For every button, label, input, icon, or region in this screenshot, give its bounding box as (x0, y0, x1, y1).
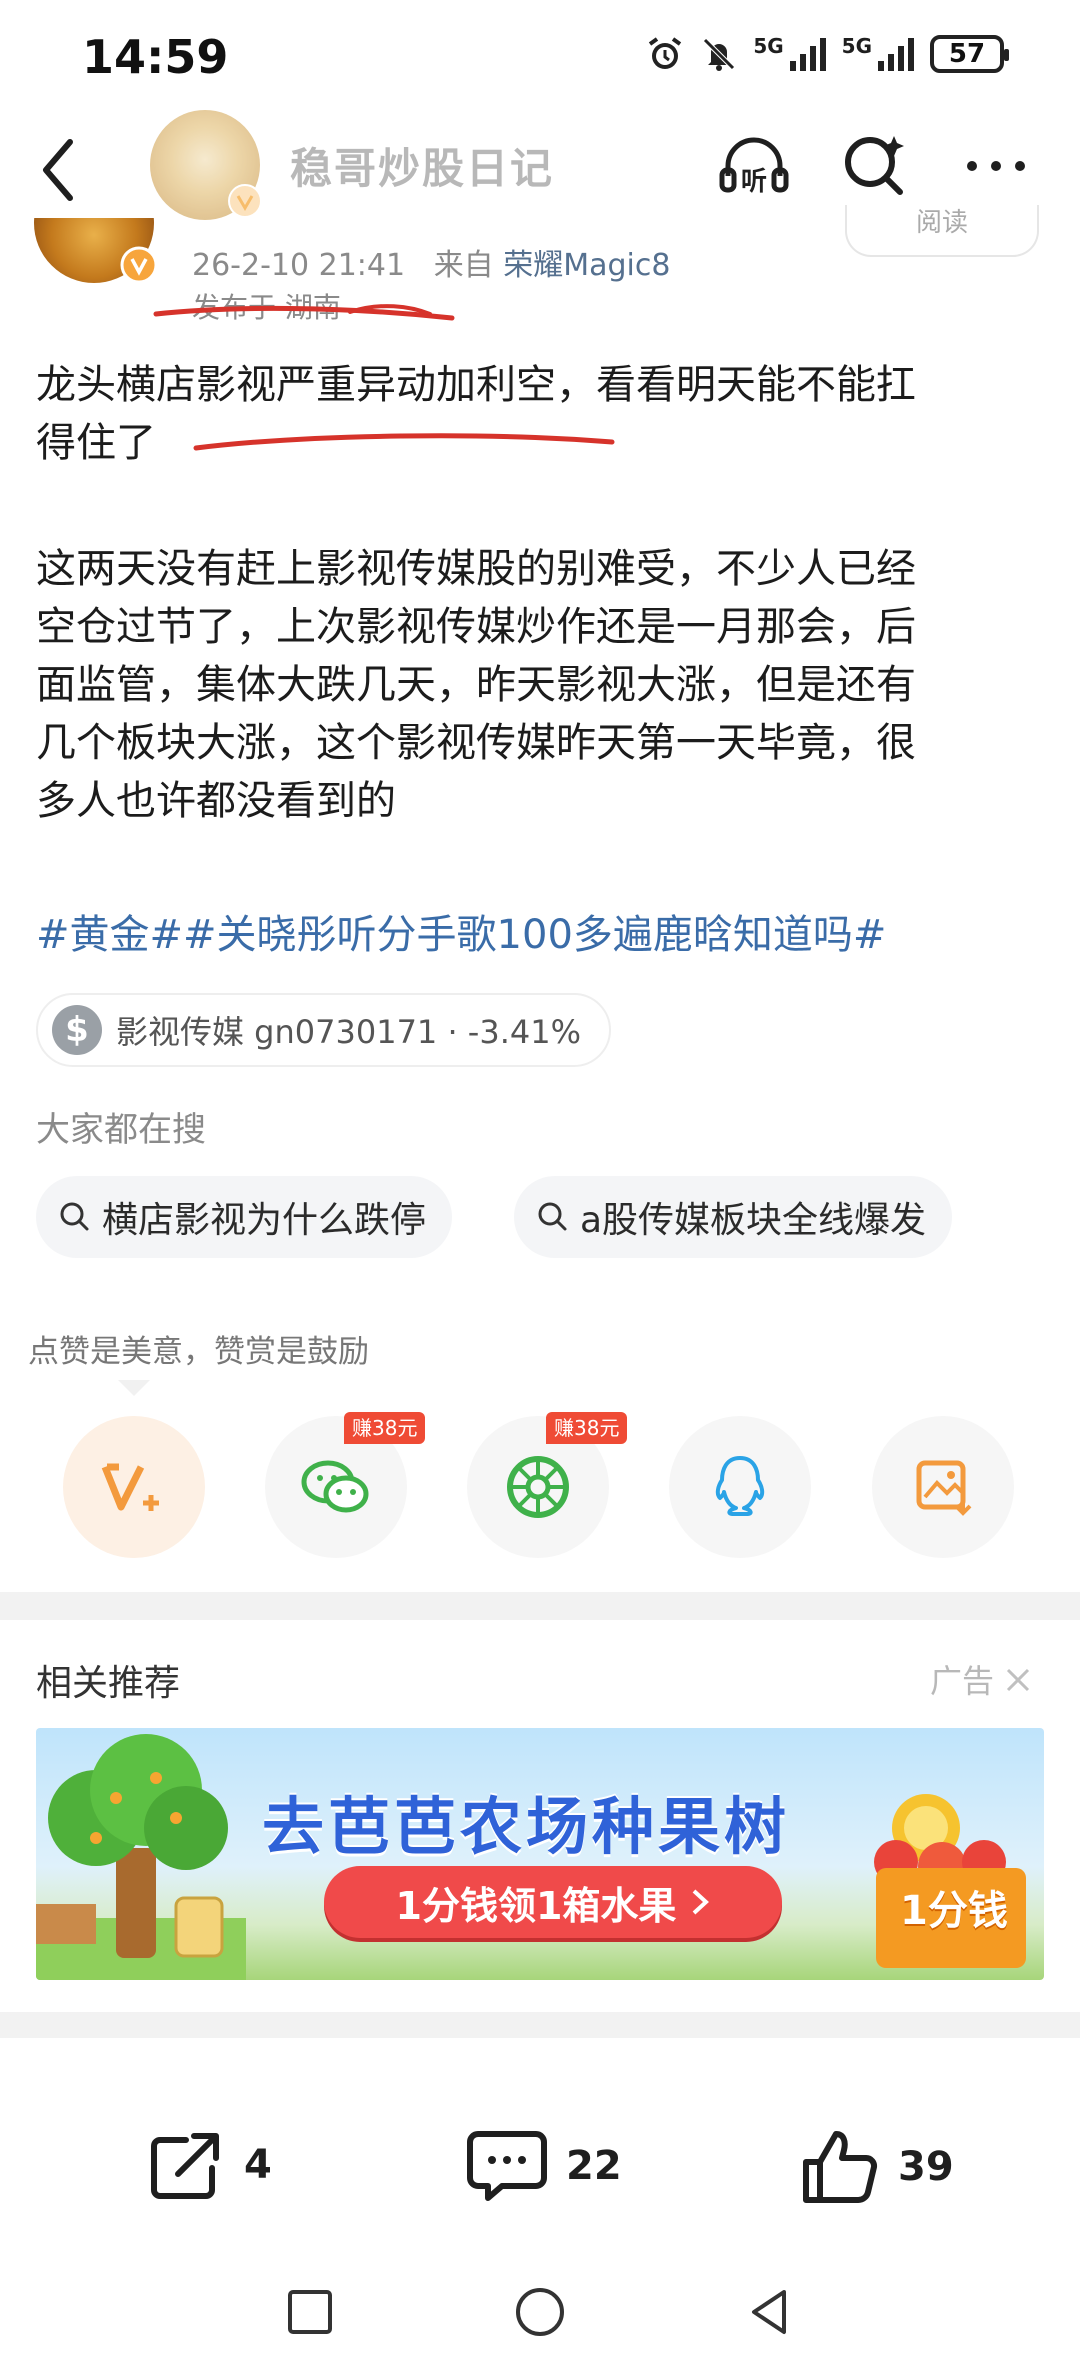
share-count: 4 (244, 2142, 272, 2188)
fruit-tree-illustration (36, 1734, 246, 1980)
search-chip-text: 横店影视为什么跌停 (102, 1200, 427, 1241)
system-back-icon[interactable] (740, 2282, 800, 2342)
ad-label[interactable]: 广告 (930, 1656, 1032, 1702)
text-line: 面监管，集体大跌几天，昨天影视大涨，但是还有 (36, 662, 916, 708)
close-icon[interactable] (1004, 1666, 1032, 1694)
section-divider (0, 1592, 1080, 1620)
post-meta: 26-2-10 21:41 来自 荣耀Magic8 (192, 240, 670, 284)
post-text-paragraph-2: 这两天没有赶上影视传媒股的别难受，不少人已经 空仓过节了，上次影视传媒炒作还是一… (36, 540, 1046, 830)
reward-tip: 点赞是美意，赞赏是鼓励 (28, 1334, 369, 1370)
back-arrow-icon[interactable] (30, 130, 90, 210)
search-suggestion-chip[interactable]: 横店影视为什么跌停 (36, 1176, 453, 1258)
recent-apps-icon[interactable] (280, 2282, 340, 2342)
like-action[interactable]: 39 (800, 2128, 954, 2206)
text-line: 空仓过节了，上次影视传媒炒作还是一月那会，后 (36, 604, 916, 650)
author-name[interactable]: 稳哥炒股日记 (290, 135, 554, 196)
post-text-paragraph-1: 龙头横店影视严重异动加利空，看看明天能不能扛 得住了 (36, 356, 1046, 472)
alarm-icon (649, 37, 682, 69)
mute-icon (703, 38, 736, 71)
status-time: 14:59 (82, 30, 229, 84)
post-source[interactable]: 荣耀Magic8 (503, 248, 670, 283)
svg-text:听: 听 (741, 167, 767, 197)
dollar-icon: $ (52, 1005, 102, 1055)
save-image-button[interactable] (872, 1416, 1014, 1558)
network-5g-1: 5G (753, 34, 784, 58)
text-line: 得住了 (36, 420, 156, 466)
banner-cta-label: 1分钱领1箱水果 (395, 1883, 677, 1928)
search-icon (60, 1202, 89, 1231)
search-suggestion-chip[interactable]: a股传媒板块全线爆发 (514, 1176, 953, 1258)
hashtag-links[interactable]: #黄金##关晓彤听分手歌100多遍鹿晗知道吗# (36, 902, 886, 960)
tip-arrow (118, 1380, 150, 1396)
author-avatar[interactable] (150, 110, 262, 220)
thumbs-up-icon (803, 2131, 878, 2203)
comment-count: 22 (566, 2143, 622, 2189)
read-count-button[interactable]: 阅读 (845, 205, 1039, 257)
text-line: 几个板块大涨，这个影视传媒昨天第一天毕竟，很 (36, 720, 916, 766)
banner-cta-button[interactable]: 1分钱领1箱水果 (324, 1866, 782, 1938)
search-chip-text: a股传媒板块全线爆发 (580, 1200, 927, 1241)
share-action[interactable]: 4 (146, 2128, 272, 2202)
stock-chip[interactable]: $ 影视传媒 gn0730171 · -3.41% (36, 993, 612, 1067)
moments-icon (507, 1456, 569, 1518)
red-underline-annotation (153, 304, 455, 321)
text-line: 多人也许都没看到的 (36, 778, 396, 824)
comment-icon (467, 2131, 547, 2201)
section-divider (0, 2012, 1080, 2038)
network-5g-2: 5G (841, 34, 872, 58)
ad-label-text: 广告 (930, 1662, 995, 1700)
banner-price: 1分钱 (900, 1888, 1008, 1934)
verified-badge-icon (228, 184, 262, 218)
bonus-badge: 赚38元 (344, 1412, 426, 1444)
like-count: 39 (898, 2144, 954, 2190)
qq-icon (715, 1456, 765, 1516)
post-timestamp: 26-2-10 21:41 (192, 248, 406, 283)
search-icon (538, 1202, 567, 1231)
signal-icon (878, 38, 914, 71)
banner-title: 去芭芭农场种果树 (262, 1790, 791, 1863)
comment-action[interactable]: 22 (466, 2128, 622, 2204)
battery-indicator: 57 (930, 35, 1009, 73)
verified-badge-icon (120, 246, 158, 284)
status-icons: 5G 5G 57 (645, 34, 1009, 74)
comment-tabs-partial (36, 2070, 1046, 2092)
search-section-label: 大家都在搜 (36, 1110, 206, 1150)
source-prefix: 来自 (433, 248, 494, 283)
home-icon[interactable] (510, 2282, 570, 2342)
image-download-icon (916, 1460, 972, 1516)
search-icon[interactable] (836, 126, 916, 206)
wechat-icon (301, 1460, 369, 1513)
signal-icon (789, 38, 826, 71)
text-line: 这两天没有赶上影视传媒股的别难受，不少人已经 (36, 546, 916, 592)
recommend-title: 相关推荐 (36, 1663, 181, 1704)
share-icon (151, 2133, 219, 2199)
stock-chip-label: 影视传媒 gn0730171 · -3.41% (116, 1013, 582, 1051)
reward-button[interactable] (63, 1416, 205, 1558)
text-line: 龙头横店影视严重异动加利空，看看明天能不能扛 (36, 362, 916, 408)
chevron-right-icon (693, 1889, 710, 1915)
v-plus-reward-icon (101, 1463, 159, 1511)
share-qq-button[interactable] (669, 1416, 811, 1558)
listen-icon[interactable]: 听 (714, 126, 794, 206)
bonus-badge: 赚38元 (546, 1412, 628, 1444)
ad-banner[interactable]: 去芭芭农场种果树 1分钱领1箱水果 1分钱 (36, 1728, 1044, 1980)
more-icon[interactable] (956, 126, 1036, 206)
